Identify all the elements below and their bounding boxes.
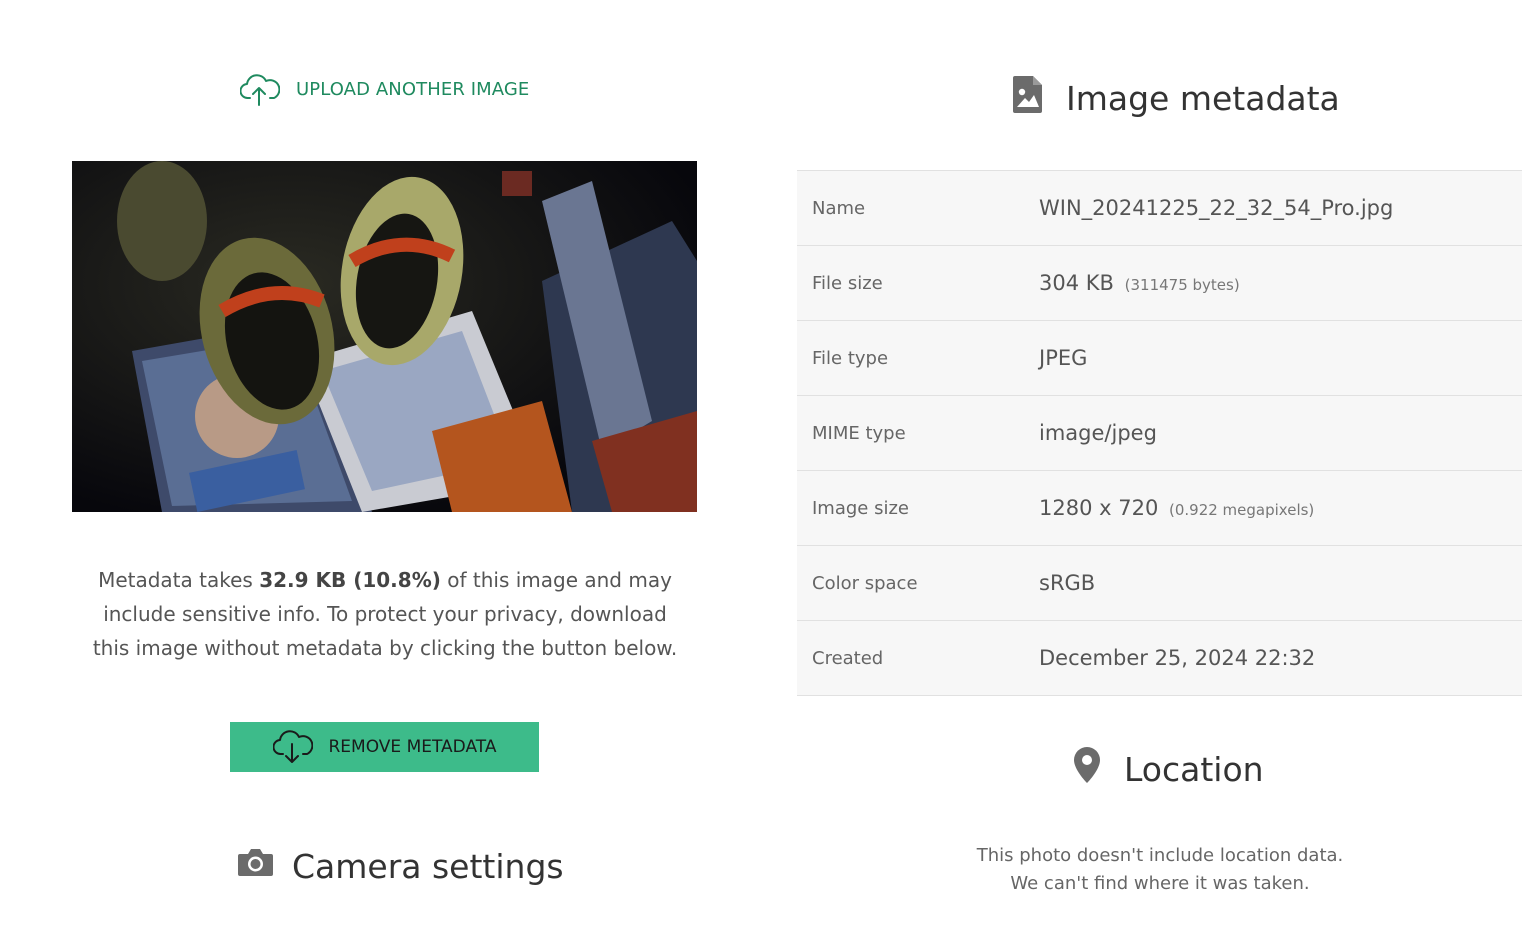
camera-icon xyxy=(236,846,274,886)
page: UPLOAD ANOTHER IMAGE Metadata takes 32.9… xyxy=(0,0,1540,938)
image-metadata-title: Image metadata xyxy=(1066,78,1340,118)
remove-metadata-label: REMOVE METADATA xyxy=(328,737,497,757)
row-key: File type xyxy=(812,347,889,369)
camera-settings-title: Camera settings xyxy=(292,846,564,886)
row-value-main: 304 KB xyxy=(1039,271,1114,295)
table-row: File size 304 KB (311475 bytes) xyxy=(797,246,1522,321)
row-key: MIME type xyxy=(812,422,906,444)
note-prefix: Metadata takes xyxy=(98,568,260,592)
row-value: WIN_20241225_22_32_54_Pro.jpg xyxy=(1039,196,1393,220)
location-note-line2: We can't find where it was taken. xyxy=(1010,873,1310,894)
row-value-main: sRGB xyxy=(1039,571,1096,595)
location-title: Location xyxy=(1124,749,1264,789)
row-value-main: WIN_20241225_22_32_54_Pro.jpg xyxy=(1039,196,1394,220)
row-value-main: 1280 x 720 xyxy=(1039,496,1159,520)
camera-settings-heading: Camera settings xyxy=(236,846,564,886)
row-value-main: December 25, 2024 22:32 xyxy=(1039,646,1316,670)
location-note-line1: This photo doesn't include location data… xyxy=(976,845,1344,866)
metadata-size-note: Metadata takes 32.9 KB (10.8%) of this i… xyxy=(92,563,678,665)
row-key: Image size xyxy=(812,497,909,519)
table-row: File type JPEG xyxy=(797,321,1522,396)
cloud-upload-icon xyxy=(240,72,280,106)
upload-another-image-link[interactable]: UPLOAD ANOTHER IMAGE xyxy=(240,72,529,106)
table-row: Image size 1280 x 720 (0.922 megapixels) xyxy=(797,471,1522,546)
row-value: December 25, 2024 22:32 xyxy=(1039,646,1315,670)
image-metadata-heading: Image metadata xyxy=(1012,74,1340,122)
row-value: sRGB xyxy=(1039,571,1095,595)
table-row: Name WIN_20241225_22_32_54_Pro.jpg xyxy=(797,171,1522,246)
row-key: Name xyxy=(812,197,866,219)
location-note: This photo doesn't include location data… xyxy=(900,842,1420,898)
upload-label: UPLOAD ANOTHER IMAGE xyxy=(296,78,530,100)
table-row: MIME type image/jpeg xyxy=(797,396,1522,471)
row-value: image/jpeg xyxy=(1039,421,1157,445)
row-value-main: JPEG xyxy=(1039,346,1088,370)
image-preview xyxy=(72,161,697,512)
metadata-size-value: 32.9 KB (10.8%) xyxy=(259,568,441,592)
map-pin-icon xyxy=(1072,746,1102,792)
location-heading: Location xyxy=(1072,746,1264,792)
row-key: Color space xyxy=(812,572,918,594)
table-row: Created December 25, 2024 22:32 xyxy=(797,621,1522,696)
file-image-icon xyxy=(1012,74,1044,122)
remove-metadata-button[interactable]: REMOVE METADATA xyxy=(230,722,539,772)
row-key: Created xyxy=(812,647,884,669)
table-row: Color space sRGB xyxy=(797,546,1522,621)
row-key: File size xyxy=(812,272,883,294)
cloud-download-icon xyxy=(272,730,313,764)
metadata-table: Name WIN_20241225_22_32_54_Pro.jpg File … xyxy=(797,170,1522,696)
row-value: JPEG xyxy=(1039,346,1087,370)
row-value: 1280 x 720 (0.922 megapixels) xyxy=(1039,496,1314,520)
row-value-main: image/jpeg xyxy=(1039,421,1157,445)
row-value-extra: (0.922 megapixels) xyxy=(1169,501,1315,519)
row-value-extra: (311475 bytes) xyxy=(1124,276,1240,294)
row-value: 304 KB (311475 bytes) xyxy=(1039,271,1240,295)
